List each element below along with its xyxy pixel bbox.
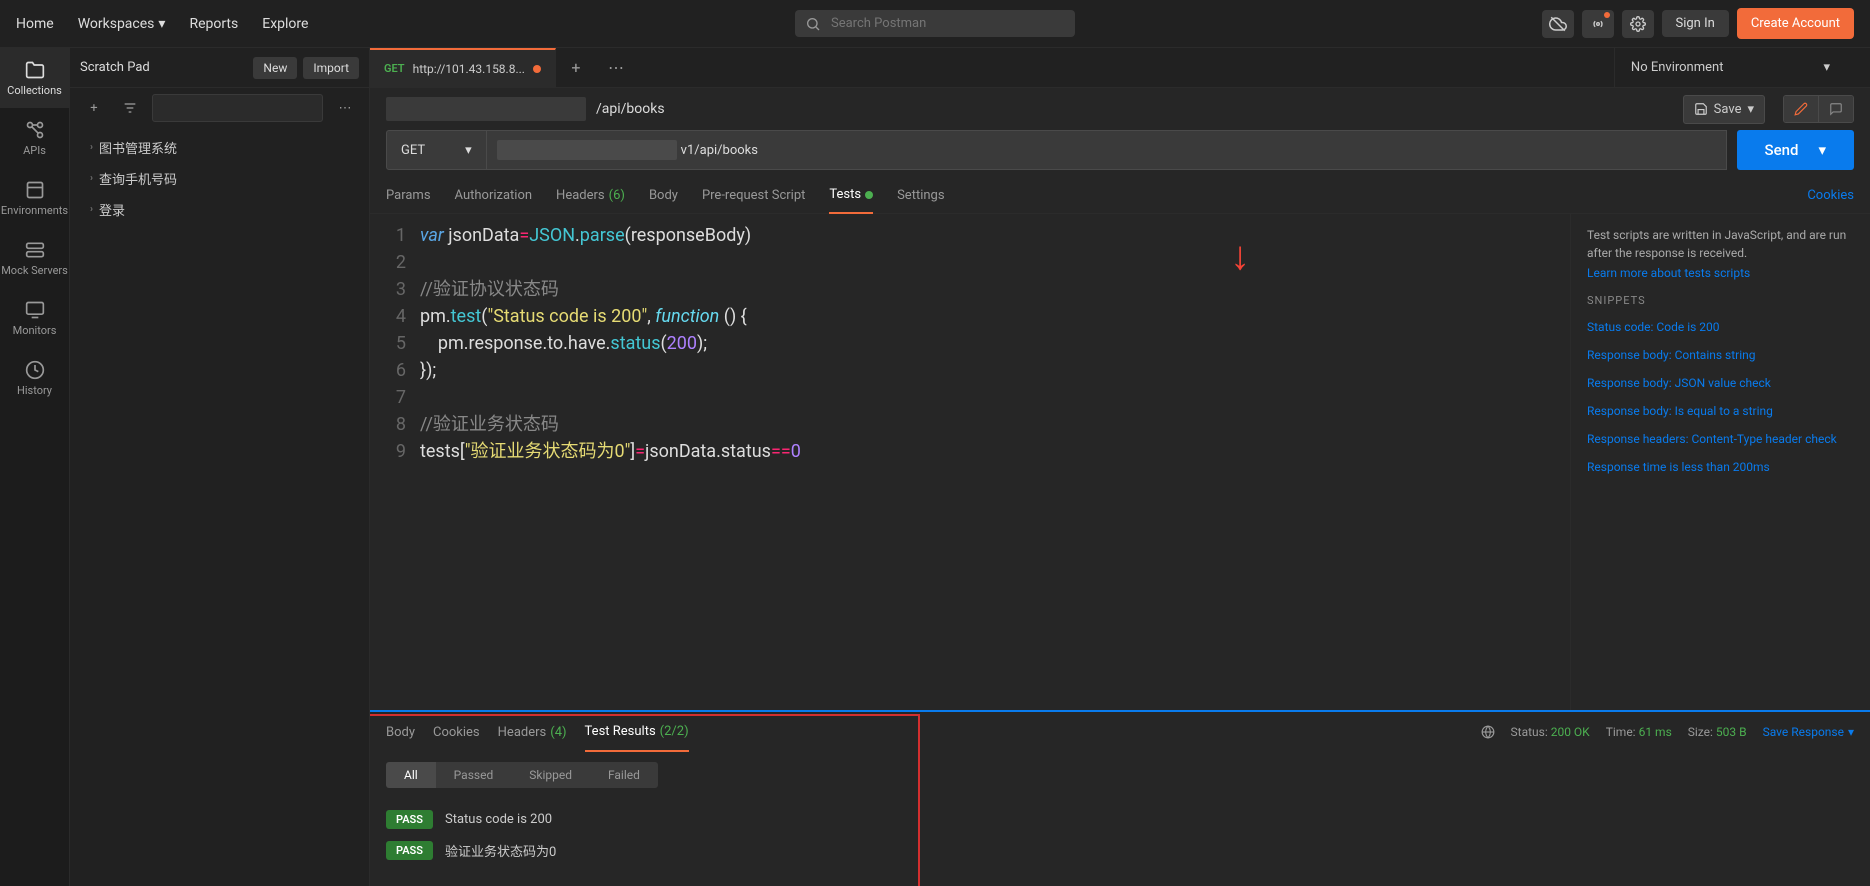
- cookies-link[interactable]: Cookies: [1807, 178, 1854, 214]
- size-value: 503 B: [1716, 725, 1747, 739]
- snippet-item[interactable]: Response time is less than 200ms: [1587, 453, 1854, 481]
- nav-home[interactable]: Home: [16, 16, 54, 32]
- chevron-down-icon: ▾: [1823, 60, 1830, 75]
- comment-button[interactable]: [1818, 96, 1853, 122]
- edit-button[interactable]: [1784, 96, 1818, 122]
- resp-tab-cookies[interactable]: Cookies: [433, 712, 480, 752]
- cloud-off-icon[interactable]: [1542, 10, 1574, 38]
- collections-panel: Scratch Pad New Import + ⋯ ›图书管理系统 ›查询手机…: [70, 48, 370, 886]
- environment-select[interactable]: No Environment▾: [1614, 48, 1870, 88]
- filter-all[interactable]: All: [386, 762, 436, 788]
- time-value: 61 ms: [1639, 725, 1672, 739]
- new-tab-button[interactable]: +: [556, 58, 596, 77]
- filter-skipped[interactable]: Skipped: [511, 762, 590, 788]
- save-button[interactable]: Save▾: [1683, 95, 1765, 124]
- tab-url: http://101.43.158.8...: [413, 62, 525, 76]
- chevron-right-icon: ›: [90, 173, 93, 184]
- snippet-item[interactable]: Response body: Contains string: [1587, 341, 1854, 369]
- learn-more-link[interactable]: Learn more about tests scripts: [1587, 266, 1854, 280]
- settings-icon[interactable]: [1622, 10, 1654, 38]
- satellite-icon[interactable]: [1582, 10, 1614, 38]
- indicator-dot-icon: [865, 191, 873, 199]
- unsaved-dot-icon: [533, 65, 541, 73]
- tab-more-icon[interactable]: ⋯: [596, 58, 636, 77]
- tests-code-editor[interactable]: 1var jsonData=JSON.parse(responseBody) 2…: [370, 214, 1570, 710]
- chevron-down-icon: ▾: [1848, 725, 1854, 739]
- resp-tab-body[interactable]: Body: [386, 712, 415, 752]
- globe-icon[interactable]: [1481, 725, 1495, 739]
- nav-explore[interactable]: Explore: [262, 16, 308, 32]
- url-redacted: [497, 140, 677, 160]
- snippets-header: SNIPPETS: [1587, 294, 1854, 307]
- snippet-item[interactable]: Response body: Is equal to a string: [1587, 397, 1854, 425]
- nav-apis[interactable]: APIs: [0, 108, 69, 168]
- test-result-row: PASS 验证业务状态码为0: [386, 835, 1854, 866]
- resp-tab-test-results[interactable]: Test Results (2/2): [585, 712, 689, 752]
- send-button[interactable]: Send▾: [1737, 130, 1854, 170]
- scratch-pad-title: Scratch Pad: [80, 60, 247, 75]
- search-icon: [805, 16, 821, 32]
- new-button[interactable]: New: [253, 57, 297, 79]
- collection-search[interactable]: [152, 94, 323, 122]
- collection-item[interactable]: ›图书管理系统: [70, 132, 369, 163]
- tab-settings[interactable]: Settings: [897, 178, 944, 214]
- filter-failed[interactable]: Failed: [590, 762, 658, 788]
- chevron-right-icon: ›: [90, 142, 93, 153]
- nav-environments[interactable]: Environments: [0, 168, 69, 228]
- collection-item[interactable]: ›查询手机号码: [70, 163, 369, 194]
- filter-passed[interactable]: Passed: [436, 762, 512, 788]
- snippet-item[interactable]: Response headers: Content-Type header ch…: [1587, 425, 1854, 453]
- save-response-button[interactable]: Save Response▾: [1763, 725, 1854, 739]
- tab-params[interactable]: Params: [386, 178, 431, 214]
- filter-icon[interactable]: [116, 94, 144, 122]
- chevron-down-icon: ▾: [158, 16, 165, 32]
- nav-reports[interactable]: Reports: [189, 16, 238, 32]
- test-result-row: PASS Status code is 200: [386, 804, 1854, 835]
- nav-mock-servers[interactable]: Mock Servers: [0, 228, 69, 288]
- snippet-item[interactable]: Response body: JSON value check: [1587, 369, 1854, 397]
- tab-authorization[interactable]: Authorization: [455, 178, 533, 214]
- pass-badge: PASS: [386, 841, 433, 860]
- collection-item[interactable]: ›登录: [70, 194, 369, 225]
- signin-button[interactable]: Sign In: [1662, 10, 1729, 37]
- search-input[interactable]: [795, 10, 1075, 37]
- tab-headers[interactable]: Headers (6): [556, 178, 625, 214]
- resp-tab-headers[interactable]: Headers (4): [498, 712, 567, 752]
- request-tab[interactable]: GET http://101.43.158.8...: [370, 48, 556, 88]
- sidebar-nav: Collections APIs Environments Mock Serve…: [0, 48, 70, 886]
- pass-badge: PASS: [386, 810, 433, 829]
- snippet-item[interactable]: Status code: Code is 200: [1587, 313, 1854, 341]
- chevron-down-icon: ▾: [1747, 102, 1754, 117]
- tab-tests[interactable]: Tests: [829, 178, 873, 214]
- collections-tree: ›图书管理系统 ›查询手机号码 ›登录: [70, 128, 369, 229]
- nav-workspaces[interactable]: Workspaces▾: [78, 16, 166, 32]
- chevron-right-icon: ›: [90, 204, 93, 215]
- nav-collections[interactable]: Collections: [0, 48, 69, 108]
- breadcrumb-redacted: [386, 97, 586, 121]
- url-input[interactable]: v1/api/books: [487, 130, 1727, 170]
- response-area: Body Cookies Headers (4) Test Results (2…: [370, 710, 1870, 886]
- main-content: GET http://101.43.158.8... + ⋯ No Enviro…: [370, 48, 1870, 886]
- snippets-panel: Test scripts are written in JavaScript, …: [1570, 214, 1870, 710]
- tab-body[interactable]: Body: [649, 178, 678, 214]
- nav-monitors[interactable]: Monitors: [0, 288, 69, 348]
- import-button[interactable]: Import: [303, 57, 359, 79]
- chevron-down-icon: ▾: [465, 143, 472, 158]
- add-collection-button[interactable]: +: [80, 94, 108, 122]
- tab-prerequest[interactable]: Pre-request Script: [702, 178, 805, 214]
- method-select[interactable]: GET▾: [386, 130, 487, 170]
- create-account-button[interactable]: Create Account: [1737, 8, 1854, 39]
- nav-history[interactable]: History: [0, 348, 69, 408]
- chevron-down-icon: ▾: [1818, 141, 1826, 159]
- breadcrumb-suffix: /api/books: [596, 101, 665, 117]
- status-value: 200 OK: [1551, 725, 1590, 739]
- more-icon[interactable]: ⋯: [331, 94, 359, 122]
- snippets-description: Test scripts are written in JavaScript, …: [1587, 226, 1854, 262]
- app-header: Home Workspaces▾ Reports Explore Sign In…: [0, 0, 1870, 48]
- method-label: GET: [384, 62, 405, 75]
